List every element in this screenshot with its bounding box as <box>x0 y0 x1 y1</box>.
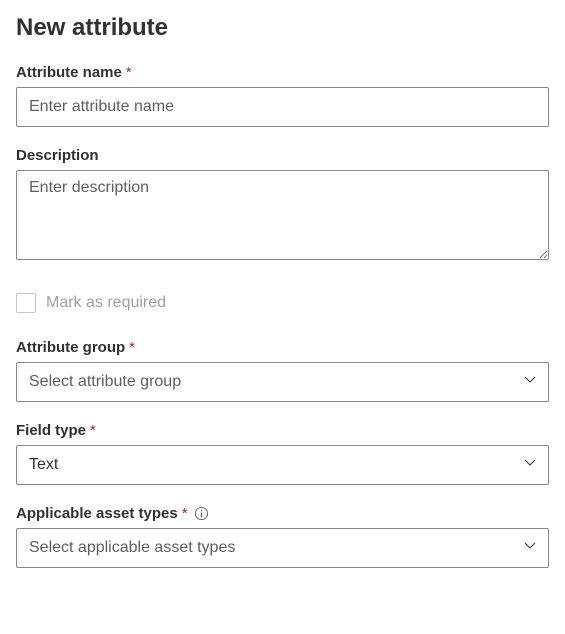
attribute-group-select[interactable]: Select attribute group <box>16 362 549 402</box>
attribute-name-input[interactable] <box>16 87 549 127</box>
required-asterisk: * <box>182 505 188 522</box>
description-field-group: Description <box>16 147 549 265</box>
field-type-select[interactable]: Text <box>16 445 549 485</box>
description-label-text: Description <box>16 147 99 164</box>
field-type-select-wrapper: Text <box>16 445 549 485</box>
page-title: New attribute <box>16 14 549 42</box>
applicable-asset-types-label-text: Applicable asset types <box>16 505 178 522</box>
attribute-group-label: Attribute group * <box>16 339 549 356</box>
required-asterisk: * <box>90 422 96 439</box>
info-icon[interactable] <box>194 506 209 521</box>
attribute-name-field-group: Attribute name * <box>16 64 549 127</box>
applicable-asset-types-field-group: Applicable asset types * Select applicab… <box>16 505 549 568</box>
field-type-field-group: Field type * Text <box>16 422 549 485</box>
description-input[interactable] <box>16 170 549 260</box>
applicable-asset-types-select-wrapper: Select applicable asset types <box>16 528 549 568</box>
mark-required-row[interactable]: Mark as required <box>16 293 549 313</box>
applicable-asset-types-select[interactable]: Select applicable asset types <box>16 528 549 568</box>
required-asterisk: * <box>126 64 132 81</box>
field-type-label: Field type * <box>16 422 549 439</box>
description-label: Description <box>16 147 549 164</box>
field-type-label-text: Field type <box>16 422 86 439</box>
mark-required-checkbox[interactable] <box>16 293 36 313</box>
applicable-asset-types-label: Applicable asset types * <box>16 505 549 522</box>
required-asterisk: * <box>129 339 135 356</box>
mark-required-label: Mark as required <box>46 294 166 312</box>
attribute-group-select-wrapper: Select attribute group <box>16 362 549 402</box>
attribute-name-label: Attribute name * <box>16 64 549 81</box>
attribute-group-field-group: Attribute group * Select attribute group <box>16 339 549 402</box>
attribute-name-label-text: Attribute name <box>16 64 122 81</box>
attribute-group-label-text: Attribute group <box>16 339 125 356</box>
